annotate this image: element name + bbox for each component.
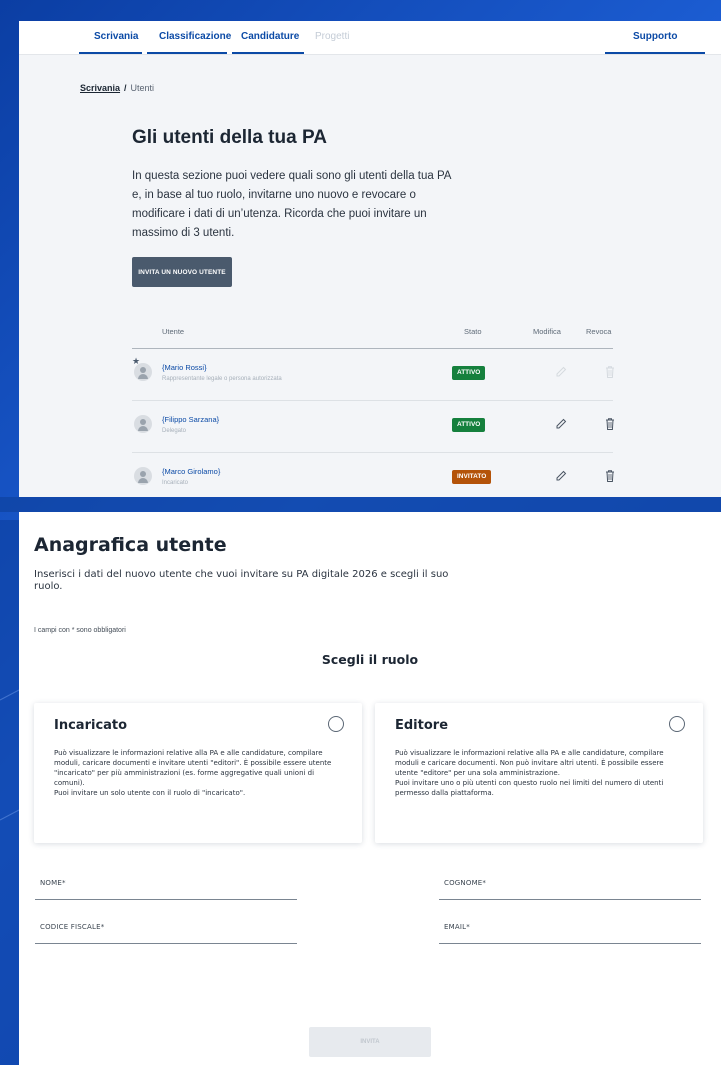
anagrafica-title: Anagrafica utente xyxy=(34,534,227,556)
column-header-edit: Modifica xyxy=(533,327,561,336)
codice-fiscale-label: CODICE FISCALE* xyxy=(40,923,105,931)
user-name[interactable]: {Mario Rossi} xyxy=(162,363,207,372)
breadcrumb-scrivania[interactable]: Scrivania xyxy=(80,83,120,93)
codice-fiscale-field[interactable]: CODICE FISCALE* xyxy=(35,917,297,944)
page-description: In questa sezione puoi vedere quali sono… xyxy=(132,170,451,239)
role-title: Editore xyxy=(395,718,449,733)
users-panel: Scrivania Classificazione Candidature Pr… xyxy=(19,21,721,497)
invite-submit-button[interactable]: INVITA xyxy=(309,1027,431,1057)
top-navigation: Scrivania Classificazione Candidature Pr… xyxy=(19,21,721,55)
nav-supporto[interactable]: Supporto xyxy=(633,31,677,42)
nav-underline-scrivania xyxy=(79,52,142,54)
column-header-user: Utente xyxy=(162,327,185,336)
email-label: EMAIL* xyxy=(444,923,470,931)
role-description: Può visualizzare le informazioni relativ… xyxy=(54,749,332,797)
user-role: Rappresentante legale o persona autorizz… xyxy=(162,376,282,382)
radio-icon[interactable] xyxy=(328,716,344,732)
role-heading: Scegli il ruolo xyxy=(321,652,419,667)
breadcrumb: Scrivania / Utenti xyxy=(80,83,154,93)
nav-classificazione[interactable]: Classificazione xyxy=(159,31,231,42)
nav-underline-classificazione xyxy=(147,52,227,54)
anagrafica-panel: Anagrafica utente Inserisci i dati del n… xyxy=(19,512,721,1065)
breadcrumb-current: Utenti xyxy=(130,83,155,93)
status-badge: ATTIVO xyxy=(452,418,486,432)
pencil-icon xyxy=(556,366,567,377)
page-title: Gli utenti della tua PA xyxy=(132,127,327,148)
column-header-revoke: Revoca xyxy=(586,327,612,336)
role-description: Può visualizzare le informazioni relativ… xyxy=(395,749,664,797)
table-row: ★ {Mario Rossi} Rappresentante legale o … xyxy=(132,349,614,401)
role-title: Incaricato xyxy=(54,718,128,733)
nav-candidature[interactable]: Candidature xyxy=(241,31,299,42)
avatar-icon xyxy=(134,467,152,485)
column-header-status: Stato xyxy=(464,327,482,336)
anagrafica-description: Inserisci i dati del nuovo utente che vu… xyxy=(34,569,449,592)
nav-underline-candidature xyxy=(232,52,304,54)
trash-icon[interactable] xyxy=(602,416,618,432)
nome-field[interactable]: NOME* xyxy=(35,873,297,900)
role-card-incaricato[interactable]: Incaricato Può visualizzare le informazi… xyxy=(34,703,362,843)
invite-new-user-button[interactable]: INVITA UN NUOVO UTENTE xyxy=(132,257,232,287)
required-fields-note: I campi con * sono obbligatori xyxy=(34,627,126,634)
radio-icon[interactable] xyxy=(669,716,685,732)
role-card-editore[interactable]: Editore Può visualizzare le informazioni… xyxy=(375,703,703,843)
nav-scrivania[interactable]: Scrivania xyxy=(94,31,138,42)
avatar-icon xyxy=(134,363,152,381)
nome-label: NOME* xyxy=(40,879,66,887)
cognome-field[interactable]: COGNOME* xyxy=(439,873,701,900)
status-badge: INVITATO xyxy=(452,470,492,484)
user-name[interactable]: {Filippo Sarzana} xyxy=(162,415,219,424)
trash-icon[interactable] xyxy=(602,468,618,484)
email-field[interactable]: EMAIL* xyxy=(439,917,701,944)
user-role: Incaricato xyxy=(162,480,189,486)
cognome-label: COGNOME* xyxy=(444,879,487,887)
pencil-icon[interactable] xyxy=(553,416,569,432)
breadcrumb-separator: / xyxy=(124,83,127,93)
table-row: {Marco Girolamo} Incaricato INVITATO xyxy=(132,453,614,497)
trash-icon xyxy=(606,366,614,378)
user-role: Delegato xyxy=(162,428,187,434)
nav-underline-supporto xyxy=(605,52,705,54)
avatar-icon xyxy=(134,415,152,433)
user-name[interactable]: {Marco Girolamo} xyxy=(162,467,220,476)
pencil-icon[interactable] xyxy=(553,468,569,484)
table-row: {Filippo Sarzana} Delegato ATTIVO xyxy=(132,401,614,453)
nav-progetti: Progetti xyxy=(315,31,350,42)
status-badge: ATTIVO xyxy=(452,366,486,380)
